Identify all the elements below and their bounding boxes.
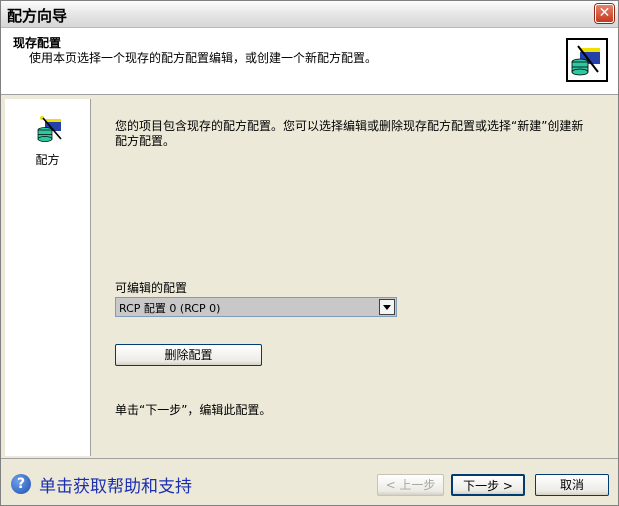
hint-text: 单击“下一步”，编辑此配置。	[115, 403, 272, 417]
page-subtitle: 使用本页选择一个现存的配方配置编辑，或创建一个新配方配置。	[29, 51, 378, 65]
editable-config-label: 可编辑的配置	[115, 281, 188, 295]
help-link[interactable]: ? 单击获取帮助和支持	[11, 472, 192, 497]
sidebar-item-recipe-label: 配方	[35, 153, 60, 167]
config-select[interactable]: RCP 配置 0 (RCP 0)	[115, 297, 397, 317]
config-select-value: RCP 配置 0 (RCP 0)	[119, 302, 221, 315]
recipe-icon	[35, 115, 65, 148]
wizard-sidebar: 配方	[5, 99, 91, 456]
back-button[interactable]: < 上一步	[377, 474, 444, 496]
cancel-button[interactable]: 取消	[535, 474, 609, 496]
intro-text: 您的项目包含现存的配方配置。您可以选择编辑或删除现存配方配置或选择“新建”创建新…	[115, 119, 584, 148]
title-bar[interactable]: 配方向导 ✕	[1, 1, 618, 28]
wizard-header: 现存配置 使用本页选择一个现存的配方配置编辑，或创建一个新配方配置。	[1, 28, 618, 95]
recipe-wizard-icon	[566, 38, 608, 82]
recipe-wizard-dialog: 配方向导 ✕ 现存配置 使用本页选择一个现存的配方配置编辑，或创建一个新配方配置…	[0, 0, 619, 506]
footer-divider	[1, 458, 618, 459]
close-button[interactable]: ✕	[595, 4, 614, 23]
next-button[interactable]: 下一步 >	[451, 474, 525, 496]
chevron-down-icon[interactable]	[379, 299, 395, 315]
help-link-text[interactable]: 单击获取帮助和支持	[39, 472, 192, 497]
window-title: 配方向导	[7, 7, 68, 25]
help-icon[interactable]: ?	[11, 474, 31, 494]
wizard-content: 您的项目包含现存的配方配置。您可以选择编辑或删除现存配方配置或选择“新建”创建新…	[93, 99, 617, 456]
delete-config-button[interactable]: 删除配置	[115, 344, 262, 366]
close-icon: ✕	[598, 5, 611, 21]
